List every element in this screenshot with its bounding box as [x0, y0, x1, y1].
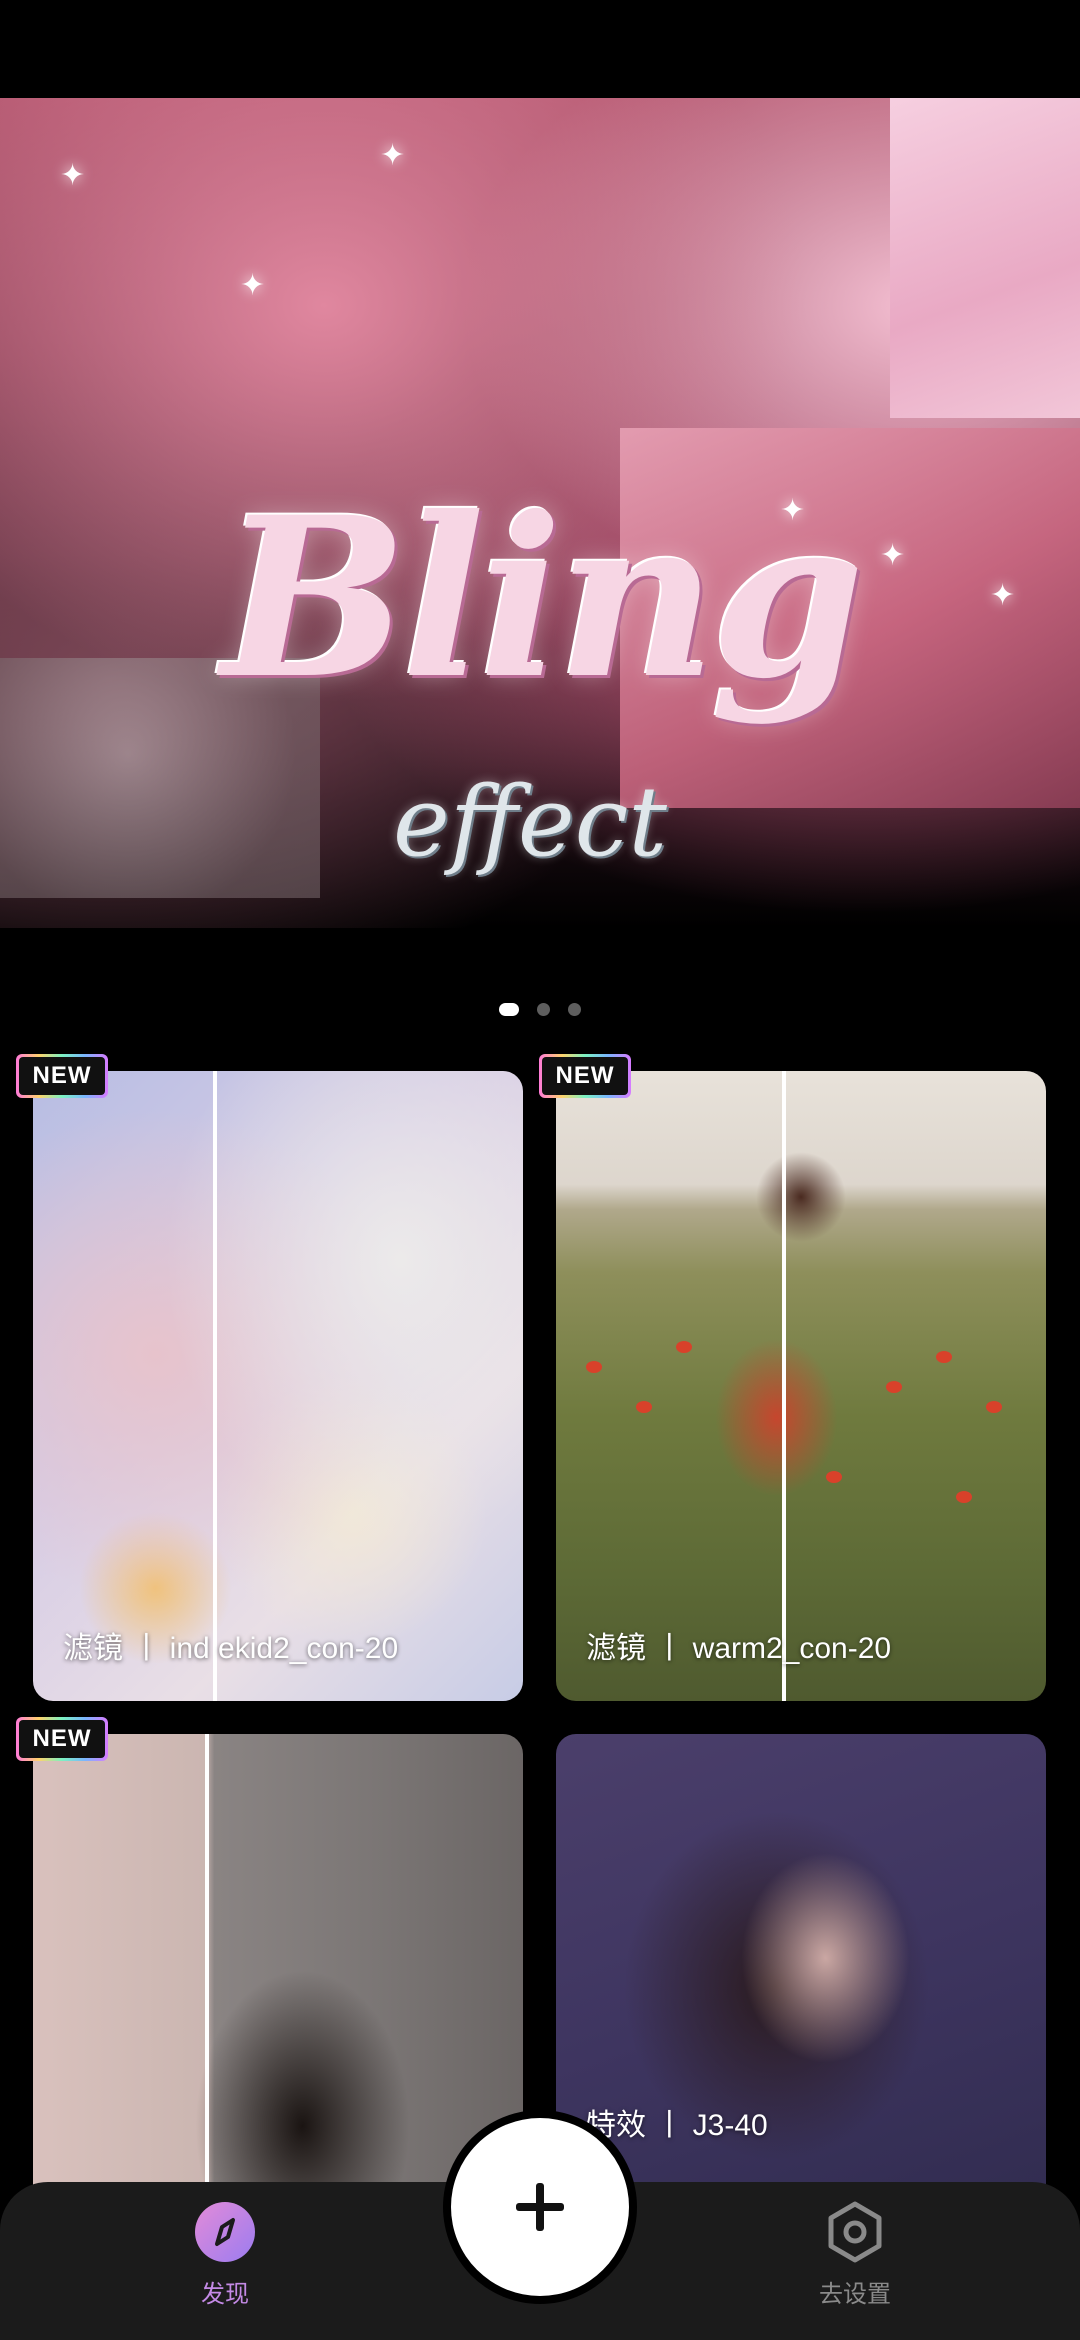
compass-icon: [193, 2200, 257, 2264]
filter-card-label: 滤镜 丨 warm2_con-20: [586, 1632, 892, 1665]
compare-divider: [213, 1071, 217, 1701]
poppy-decoration: [986, 1401, 1002, 1413]
banner-pager: [0, 1003, 1080, 1016]
tab-settings[interactable]: 去设置: [755, 2200, 955, 2309]
plus-icon: [516, 2183, 564, 2231]
pager-dot-active[interactable]: [499, 1003, 519, 1016]
pager-dot[interactable]: [568, 1003, 581, 1016]
new-badge: NEW: [16, 1717, 108, 1761]
banner-title: Bling: [221, 468, 865, 727]
new-badge: NEW: [16, 1054, 108, 1098]
filter-card-label: 滤镜 丨 ind ekid2_con-20: [63, 1632, 399, 1665]
new-badge: NEW: [539, 1054, 631, 1098]
tab-discover[interactable]: 发现: [125, 2200, 325, 2309]
effect-card-label: 特效 丨 J3-40: [586, 2109, 768, 2142]
tab-settings-label: 去设置: [819, 2280, 891, 2308]
banner-subtitle: effect: [393, 766, 667, 878]
add-button[interactable]: [451, 2118, 629, 2296]
hero-banner[interactable]: ✦ ✦ ✦ ✦ ✦ ✦ Bling effect: [0, 98, 1080, 928]
pager-dot[interactable]: [537, 1003, 550, 1016]
hex-gear-icon: [823, 2200, 887, 2264]
sparkle-icon: ✦: [380, 138, 406, 173]
banner-photo-tile: [890, 98, 1080, 418]
poppy-decoration: [826, 1471, 842, 1483]
poppy-decoration: [936, 1351, 952, 1363]
compare-divider: [782, 1071, 786, 1701]
tab-discover-label: 发现: [201, 2280, 249, 2308]
sparkle-icon: ✦: [60, 158, 86, 193]
poppy-decoration: [956, 1491, 972, 1503]
poppy-decoration: [886, 1381, 902, 1393]
sparkle-icon: ✦: [240, 268, 266, 303]
poppy-decoration: [636, 1401, 652, 1413]
filter-card[interactable]: 滤镜 丨 warm2_con-20: [556, 1071, 1046, 1701]
poppy-decoration: [676, 1341, 692, 1353]
filter-card[interactable]: 滤镜 丨 ind ekid2_con-20: [33, 1071, 523, 1701]
poppy-decoration: [586, 1361, 602, 1373]
sparkle-icon: ✦: [990, 578, 1016, 613]
